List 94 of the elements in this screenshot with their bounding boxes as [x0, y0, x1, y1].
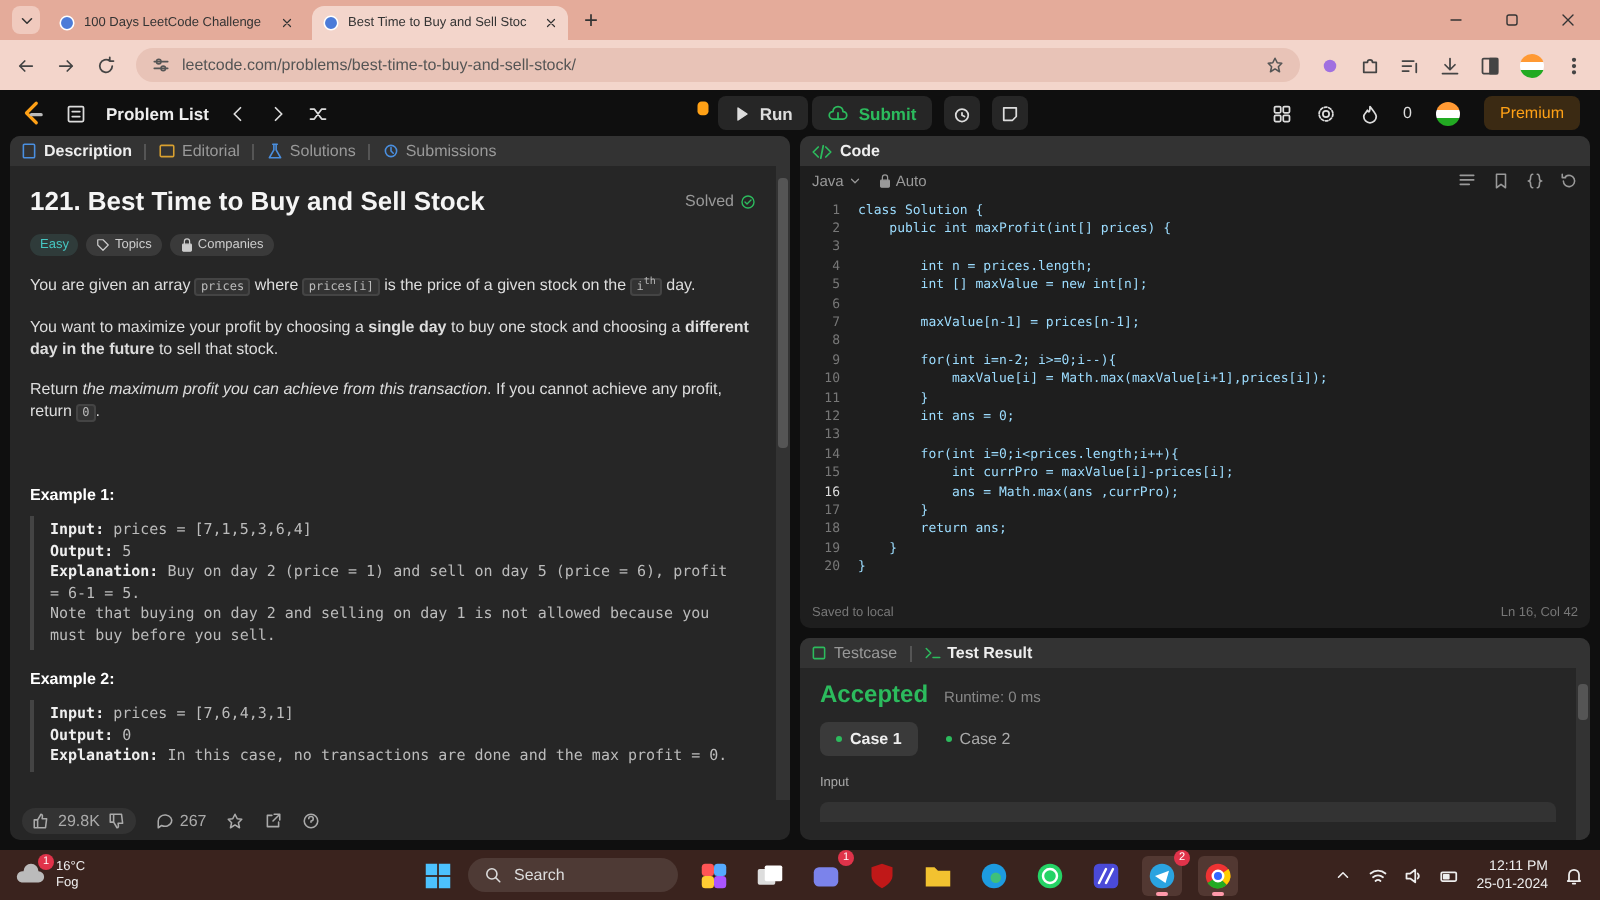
book-icon: [158, 142, 177, 160]
back-icon[interactable]: [16, 55, 36, 75]
speaker-icon[interactable]: [1404, 865, 1425, 885]
alarm-clock-icon: [952, 103, 973, 123]
lock-icon: [179, 238, 194, 252]
side-panel-icon[interactable]: [1480, 55, 1500, 75]
flame-icon[interactable]: [1359, 103, 1380, 123]
braces-icon[interactable]: [1526, 171, 1544, 189]
comments-button[interactable]: 267: [155, 811, 207, 829]
media-icon[interactable]: [1400, 55, 1420, 75]
run-button[interactable]: Run: [717, 96, 809, 130]
scrollbar-thumb[interactable]: [778, 178, 788, 448]
profile-avatar[interactable]: [1520, 53, 1544, 77]
paper-plane-icon: [1148, 861, 1176, 889]
chevron-down-icon: [847, 173, 862, 187]
panel-tab[interactable]: Editorial: [158, 142, 240, 160]
like-button[interactable]: 29.8K: [22, 807, 136, 833]
settings-icon[interactable]: [1315, 103, 1336, 123]
problem-title: 121. Best Time to Buy and Sell Stock: [30, 186, 485, 216]
streak-count: 0: [1403, 104, 1412, 122]
task-view-icon: [756, 861, 784, 889]
tab-favicon-icon: [58, 14, 76, 32]
new-tab-button[interactable]: +: [576, 6, 607, 34]
shield-icon: [868, 861, 896, 889]
reload-icon[interactable]: [96, 55, 116, 75]
share-icon[interactable]: [264, 811, 283, 829]
star-icon[interactable]: [226, 811, 245, 829]
history-icon: [381, 142, 400, 160]
app-icon: [1092, 861, 1120, 889]
description-paragraph: You want to maximize your profit by choosing a single day to buy one stock and choosing a different day in the future to sell that stock.: [30, 316, 751, 360]
close-icon[interactable]: [544, 16, 558, 30]
thumbs-down-icon: [107, 811, 126, 829]
wifi-icon[interactable]: [1368, 865, 1389, 885]
colorful-app-icon: [700, 861, 728, 889]
logo-icon[interactable]: [20, 100, 46, 126]
thumbs-up-icon: [32, 811, 50, 829]
layout-icon[interactable]: [1271, 103, 1292, 123]
download-icon[interactable]: [1440, 55, 1460, 75]
example-heading: Example 1:: [30, 486, 117, 504]
panel-tab[interactable]: Test Result: [923, 644, 1033, 662]
case-tab[interactable]: Case 1: [820, 722, 918, 756]
puzzle-icon[interactable]: [1360, 55, 1380, 75]
reset-icon[interactable]: [1560, 171, 1578, 189]
search-field[interactable]: Search: [468, 858, 678, 892]
chevron-up-icon[interactable]: [1334, 866, 1353, 884]
scrollbar-thumb[interactable]: [1578, 684, 1588, 720]
tag-icon: [96, 238, 111, 252]
search-icon: [484, 866, 502, 884]
close-icon[interactable]: [1560, 12, 1576, 28]
chat-bubble-icon: [1036, 861, 1064, 889]
comment-icon: [155, 811, 174, 829]
timer-button[interactable]: [944, 96, 981, 130]
case-tab[interactable]: Case 2: [929, 722, 1027, 756]
site-settings-icon[interactable]: [152, 56, 170, 74]
flask-icon: [265, 142, 284, 160]
shuffle-icon[interactable]: [308, 103, 329, 123]
star-icon[interactable]: [1266, 56, 1284, 74]
problem-list-link[interactable]: Problem List: [106, 103, 209, 123]
cloud-upload-icon: [828, 103, 849, 123]
list-icon[interactable]: [66, 103, 86, 123]
notes-button[interactable]: [992, 96, 1029, 130]
panel-title: Code: [840, 142, 880, 160]
taskbar-app[interactable]: [1198, 855, 1238, 895]
bell-icon[interactable]: [1564, 865, 1584, 885]
submit-button[interactable]: Submit: [812, 96, 933, 130]
help-icon[interactable]: [302, 811, 321, 829]
user-avatar[interactable]: [1435, 101, 1460, 125]
example-heading: Example 2:: [30, 670, 117, 688]
tab-favicon-icon: [322, 14, 340, 32]
verdict-text: Accepted: [820, 680, 929, 708]
checkbox-icon: [810, 644, 828, 662]
terminal-icon: [923, 644, 942, 662]
document-icon: [20, 142, 38, 160]
battery-icon[interactable]: [1440, 865, 1461, 885]
address-bar[interactable]: leetcode.com/problems/best-time-to-buy-and-sell-stock/: [136, 48, 1300, 82]
play-icon: [733, 105, 750, 121]
panel-tab[interactable]: Description: [20, 142, 133, 160]
check-circle-icon: [740, 193, 756, 209]
forward-icon[interactable]: [56, 55, 76, 75]
panel-tab[interactable]: Testcase: [810, 644, 898, 662]
bookmark-icon[interactable]: [1492, 171, 1510, 189]
panel-tab[interactable]: Solutions: [265, 142, 356, 160]
maximize-icon[interactable]: [1504, 12, 1520, 28]
note-icon: [1000, 103, 1021, 123]
chat-app-icon: [812, 861, 840, 889]
format-icon[interactable]: [1458, 171, 1476, 189]
close-icon[interactable]: [280, 16, 294, 30]
code-icon: [812, 141, 832, 161]
folder-icon: [924, 861, 952, 889]
windows-start-icon[interactable]: [424, 861, 452, 889]
solved-status: Solved: [685, 192, 756, 210]
panel-tab[interactable]: Submissions: [381, 142, 497, 160]
lock-icon: [877, 173, 892, 187]
premium-button[interactable]: Premium: [1483, 96, 1580, 130]
